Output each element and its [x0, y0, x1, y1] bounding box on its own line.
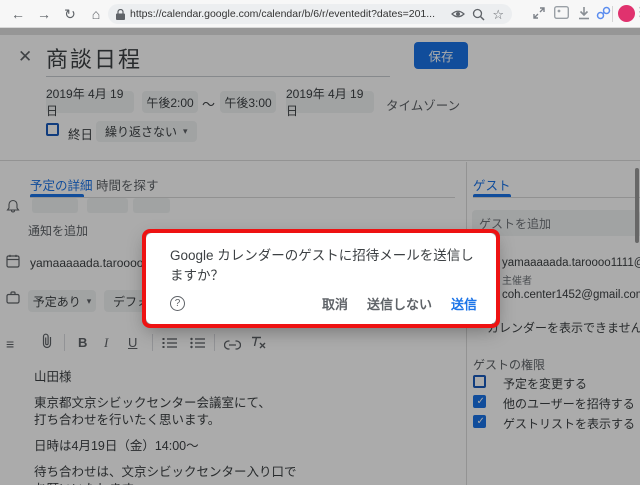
download-icon[interactable] — [577, 6, 591, 20]
annotation-highlight-box — [142, 229, 500, 328]
profile-avatar[interactable] — [618, 5, 635, 22]
zoom-icon[interactable] — [472, 8, 485, 21]
eye-icon[interactable] — [451, 8, 466, 20]
reload-icon[interactable]: ↻ — [60, 4, 80, 24]
forward-icon[interactable]: → — [34, 4, 54, 24]
toolbar-divider — [612, 6, 613, 22]
browser-menu-icon[interactable]: ⋮ — [634, 4, 640, 20]
link-icon[interactable] — [596, 6, 611, 20]
back-icon[interactable]: ← — [8, 4, 28, 24]
extension-expand-icon[interactable] — [532, 6, 546, 20]
bookmark-star-icon[interactable]: ☆ — [492, 8, 504, 21]
lock-icon — [116, 8, 125, 20]
page-top-shadow — [0, 28, 640, 35]
url-text: https://calendar.google.com/calendar/b/6… — [130, 8, 435, 20]
browser-toolbar: ← → ↻ ⌂ https://calendar.google.com/cale… — [0, 0, 640, 28]
extension-image-icon[interactable] — [554, 6, 569, 19]
home-icon[interactable]: ⌂ — [86, 4, 106, 24]
screen: ← → ↻ ⌂ https://calendar.google.com/cale… — [0, 0, 640, 485]
address-bar[interactable]: https://calendar.google.com/calendar/b/6… — [108, 4, 512, 24]
